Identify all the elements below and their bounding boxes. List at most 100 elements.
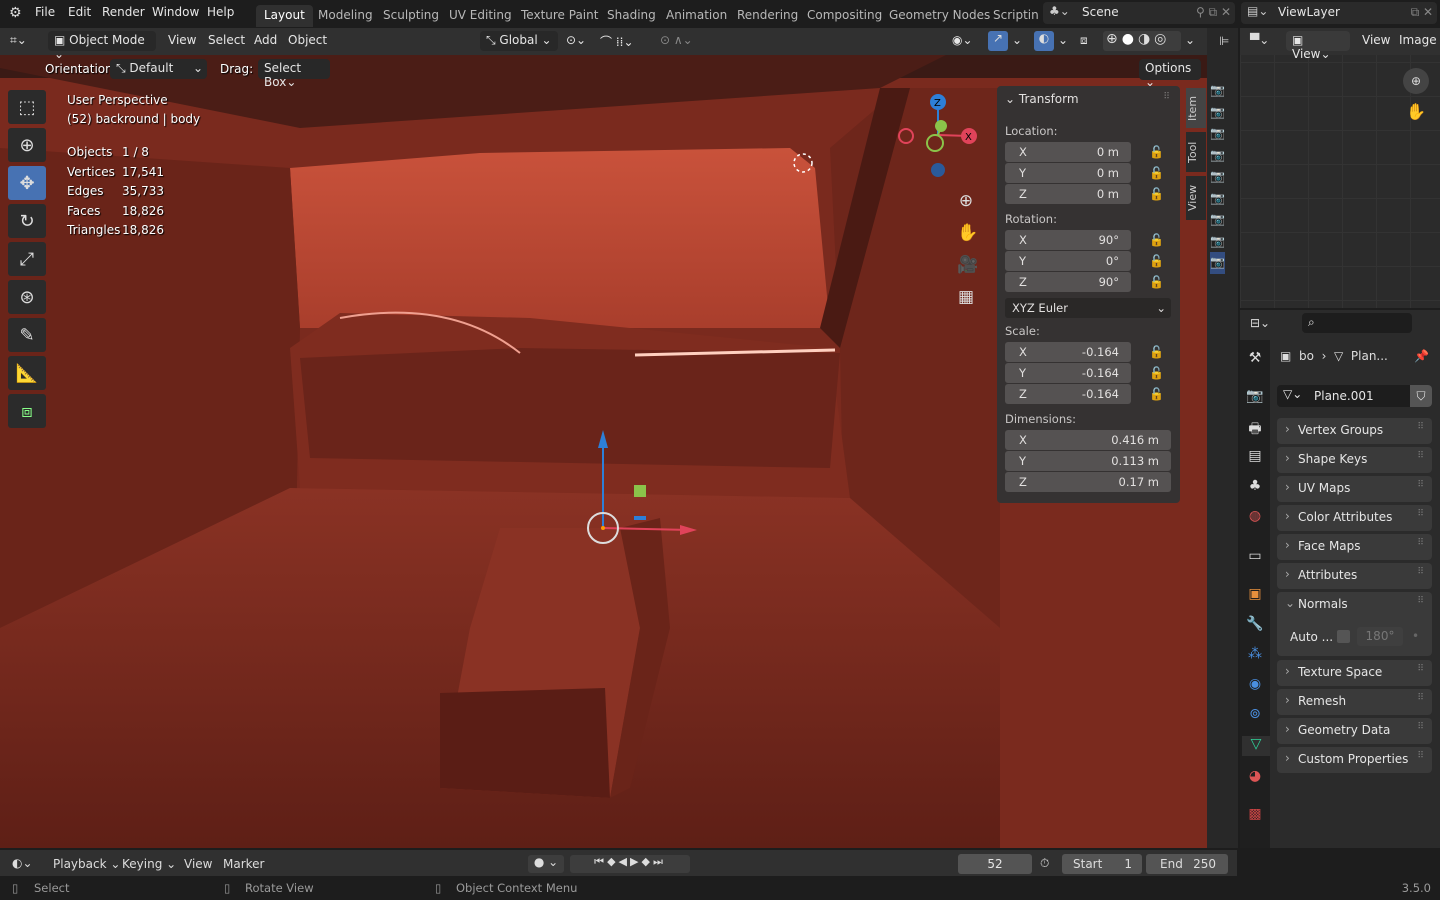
pan-hand-icon[interactable]: ✋ bbox=[957, 217, 978, 249]
menu-window[interactable]: Window bbox=[152, 5, 199, 19]
proportional-edit-icon[interactable]: ⊙ ∧⌄ bbox=[660, 33, 693, 47]
tab-compositing[interactable]: Compositing bbox=[799, 5, 890, 27]
tab-modeling[interactable]: Modeling bbox=[310, 5, 381, 27]
rotation-z-field[interactable]: Z 90° bbox=[1005, 272, 1131, 292]
tab-rendering[interactable]: Rendering bbox=[729, 5, 806, 27]
move-tool-icon[interactable]: ✥ bbox=[8, 166, 46, 200]
play-icon[interactable]: ▶ bbox=[630, 855, 641, 868]
menu-edit[interactable]: Edit bbox=[68, 5, 91, 19]
panel-normals[interactable]: ⌄ Normals ⠿ Auto ... 180° • bbox=[1277, 592, 1432, 656]
tab-scripting[interactable]: Scripting bbox=[985, 5, 1039, 27]
collection-tab-icon[interactable]: ▭ bbox=[1245, 548, 1265, 568]
camera-icon[interactable]: 📷 bbox=[1210, 102, 1225, 124]
drag-dropdown[interactable]: Select Box⌄ bbox=[258, 59, 330, 89]
panel-color-attributes[interactable]: › Color Attributes ⠿ bbox=[1277, 505, 1432, 531]
animate-property-icon[interactable]: • bbox=[1412, 629, 1419, 643]
lock-icon[interactable]: 🔓 bbox=[1149, 187, 1164, 201]
image-editor-type-icon[interactable]: ▀⌄ bbox=[1250, 33, 1269, 47]
camera-icon[interactable]: 📷 bbox=[1210, 231, 1225, 253]
panel-geometry-data[interactable]: › Geometry Data ⠿ bbox=[1277, 718, 1432, 744]
add-cube-tool-icon[interactable]: ⧈ bbox=[8, 394, 46, 428]
pan-hand-icon[interactable]: ✋ bbox=[1406, 102, 1426, 121]
ortho-grid-icon[interactable]: ▦ bbox=[957, 281, 975, 313]
mesh-browse-icon[interactable]: ▽⌄ bbox=[1283, 387, 1302, 401]
location-z-field[interactable]: Z 0 m bbox=[1005, 184, 1131, 204]
tool-tab-icon[interactable]: ⚒ bbox=[1245, 350, 1265, 370]
constraints-tab-icon[interactable]: ⊚ bbox=[1245, 706, 1265, 726]
camera-icon[interactable]: 📷 bbox=[1210, 145, 1225, 167]
lock-icon[interactable]: 🔓 bbox=[1149, 145, 1164, 159]
scene-tab-icon[interactable]: ♣ bbox=[1245, 478, 1265, 498]
menu-file[interactable]: File bbox=[35, 5, 55, 19]
timeline-editor-type-icon[interactable]: ◐⌄ bbox=[12, 856, 33, 870]
properties-editor-type-icon[interactable]: ⊟⌄ bbox=[1250, 316, 1270, 330]
image-view-mode-dropdown[interactable]: ▣ View⌄ bbox=[1286, 31, 1350, 61]
outliner[interactable]: ⊫ 📷 📷 📷 📷 📷 📷 📷 📷 📷 bbox=[1207, 28, 1238, 848]
tab-geometry-nodes[interactable]: Geometry Nodes bbox=[881, 5, 998, 27]
output-tab-icon[interactable]: 🖶 bbox=[1245, 418, 1265, 438]
mesh-data-tab-icon[interactable]: ▽ bbox=[1242, 736, 1270, 756]
panel-shape-keys[interactable]: › Shape Keys ⠿ bbox=[1277, 447, 1432, 473]
lock-icon[interactable]: 🔓 bbox=[1149, 233, 1164, 247]
sidebar-tab-view[interactable]: View bbox=[1186, 176, 1206, 220]
panel-texture-space[interactable]: › Texture Space ⠿ bbox=[1277, 660, 1432, 686]
snap-icon[interactable]: ⌒ ⁞⁞⌄ bbox=[600, 33, 634, 50]
camera-icon[interactable]: 📷 bbox=[1210, 123, 1225, 145]
transform-tool-icon[interactable]: ⊛ bbox=[8, 280, 46, 314]
scale-tool-icon[interactable]: ⤢ bbox=[8, 242, 46, 276]
panel-remesh[interactable]: › Remesh ⠿ bbox=[1277, 689, 1432, 715]
mesh-name-field[interactable]: Plane.001 bbox=[1314, 389, 1374, 403]
shading-mode-buttons[interactable]: ⊕●◑◎ bbox=[1103, 31, 1181, 51]
sidebar-tab-item[interactable]: Item bbox=[1186, 88, 1206, 128]
transform-orientation-selector[interactable]: ⤡ Global ⌄ bbox=[480, 31, 558, 51]
menu-view[interactable]: View bbox=[168, 33, 196, 47]
cursor-tool-icon[interactable]: ⊕ bbox=[8, 128, 46, 162]
panel-uv-maps[interactable]: › UV Maps ⠿ bbox=[1277, 476, 1432, 502]
dimensions-y-field[interactable]: Y 0.113 m bbox=[1005, 451, 1171, 471]
camera-icon[interactable]: 📷 bbox=[1210, 252, 1225, 274]
view-layer-tab-icon[interactable]: ▤ bbox=[1245, 448, 1265, 468]
camera-view-icon[interactable]: 🎥 bbox=[957, 249, 978, 281]
tab-animation[interactable]: Animation bbox=[658, 5, 735, 27]
annotate-tool-icon[interactable]: ✎ bbox=[8, 318, 46, 352]
scene-actions-icon[interactable]: ⚲ ⧉ ✕ bbox=[1196, 5, 1231, 20]
xray-icon[interactable]: ⧈ bbox=[1080, 33, 1088, 48]
gizmo-toggle-icon[interactable]: ↗ bbox=[988, 31, 1008, 51]
end-frame-field[interactable]: End 250 bbox=[1146, 854, 1228, 874]
current-frame-field[interactable]: 52 bbox=[958, 854, 1032, 874]
select-box-tool-icon[interactable]: ⬚ bbox=[8, 90, 46, 124]
object-tab-icon[interactable]: ▣ bbox=[1245, 586, 1265, 606]
keying-menu[interactable]: Keying ⌄ bbox=[122, 857, 176, 871]
tab-sculpting[interactable]: Sculpting bbox=[375, 5, 447, 27]
options-dropdown[interactable]: Options ⌄ bbox=[1139, 59, 1201, 89]
camera-icon[interactable]: 📷 bbox=[1210, 188, 1225, 210]
tab-texture-paint[interactable]: Texture Paint bbox=[513, 5, 606, 27]
panel-attributes[interactable]: › Attributes ⠿ bbox=[1277, 563, 1432, 589]
render-tab-icon[interactable]: 📷 bbox=[1245, 388, 1265, 408]
panel-custom-properties[interactable]: › Custom Properties ⠿ bbox=[1277, 747, 1432, 773]
shading-dropdown-icon[interactable]: ⌄ bbox=[1185, 33, 1195, 47]
rotation-y-field[interactable]: Y 0° bbox=[1005, 251, 1131, 271]
particles-tab-icon[interactable]: ⁂ bbox=[1245, 646, 1265, 666]
menu-render[interactable]: Render bbox=[102, 5, 145, 19]
pin-icon[interactable]: 📌 bbox=[1414, 349, 1429, 363]
auto-keying-record-icon[interactable]: ● ⌄ bbox=[528, 855, 564, 873]
scene-selector[interactable]: ♣⌄ Scene ⚲ ⧉ ✕ bbox=[1043, 2, 1235, 24]
outliner-editor-icon[interactable]: ⊫ bbox=[1219, 34, 1229, 48]
sidebar-tab-tool[interactable]: Tool bbox=[1186, 132, 1206, 172]
scale-z-field[interactable]: Z -0.164 bbox=[1005, 384, 1131, 404]
solid-shading-icon[interactable]: ● bbox=[1122, 31, 1138, 47]
scale-y-field[interactable]: Y -0.164 bbox=[1005, 363, 1131, 383]
tab-uv-editing[interactable]: UV Editing bbox=[441, 5, 520, 27]
lock-icon[interactable]: 🔓 bbox=[1149, 275, 1164, 289]
drag-handle-icon[interactable]: ⠿ bbox=[1163, 92, 1170, 102]
menu-object[interactable]: Object bbox=[288, 33, 327, 47]
material-tab-icon[interactable]: ◕ bbox=[1245, 768, 1265, 788]
menu-add[interactable]: Add bbox=[254, 33, 277, 47]
view-layer-selector[interactable]: ▤⌄ ViewLayer ⧉ ✕ bbox=[1241, 2, 1437, 24]
orientation-dropdown[interactable]: ⤡ Default ⌄ bbox=[110, 59, 207, 79]
dimensions-x-field[interactable]: X 0.416 m bbox=[1005, 430, 1171, 450]
world-tab-icon[interactable]: ◍ bbox=[1245, 508, 1265, 528]
auto-smooth-checkbox[interactable] bbox=[1337, 630, 1350, 643]
tab-layout[interactable]: Layout bbox=[256, 5, 313, 27]
